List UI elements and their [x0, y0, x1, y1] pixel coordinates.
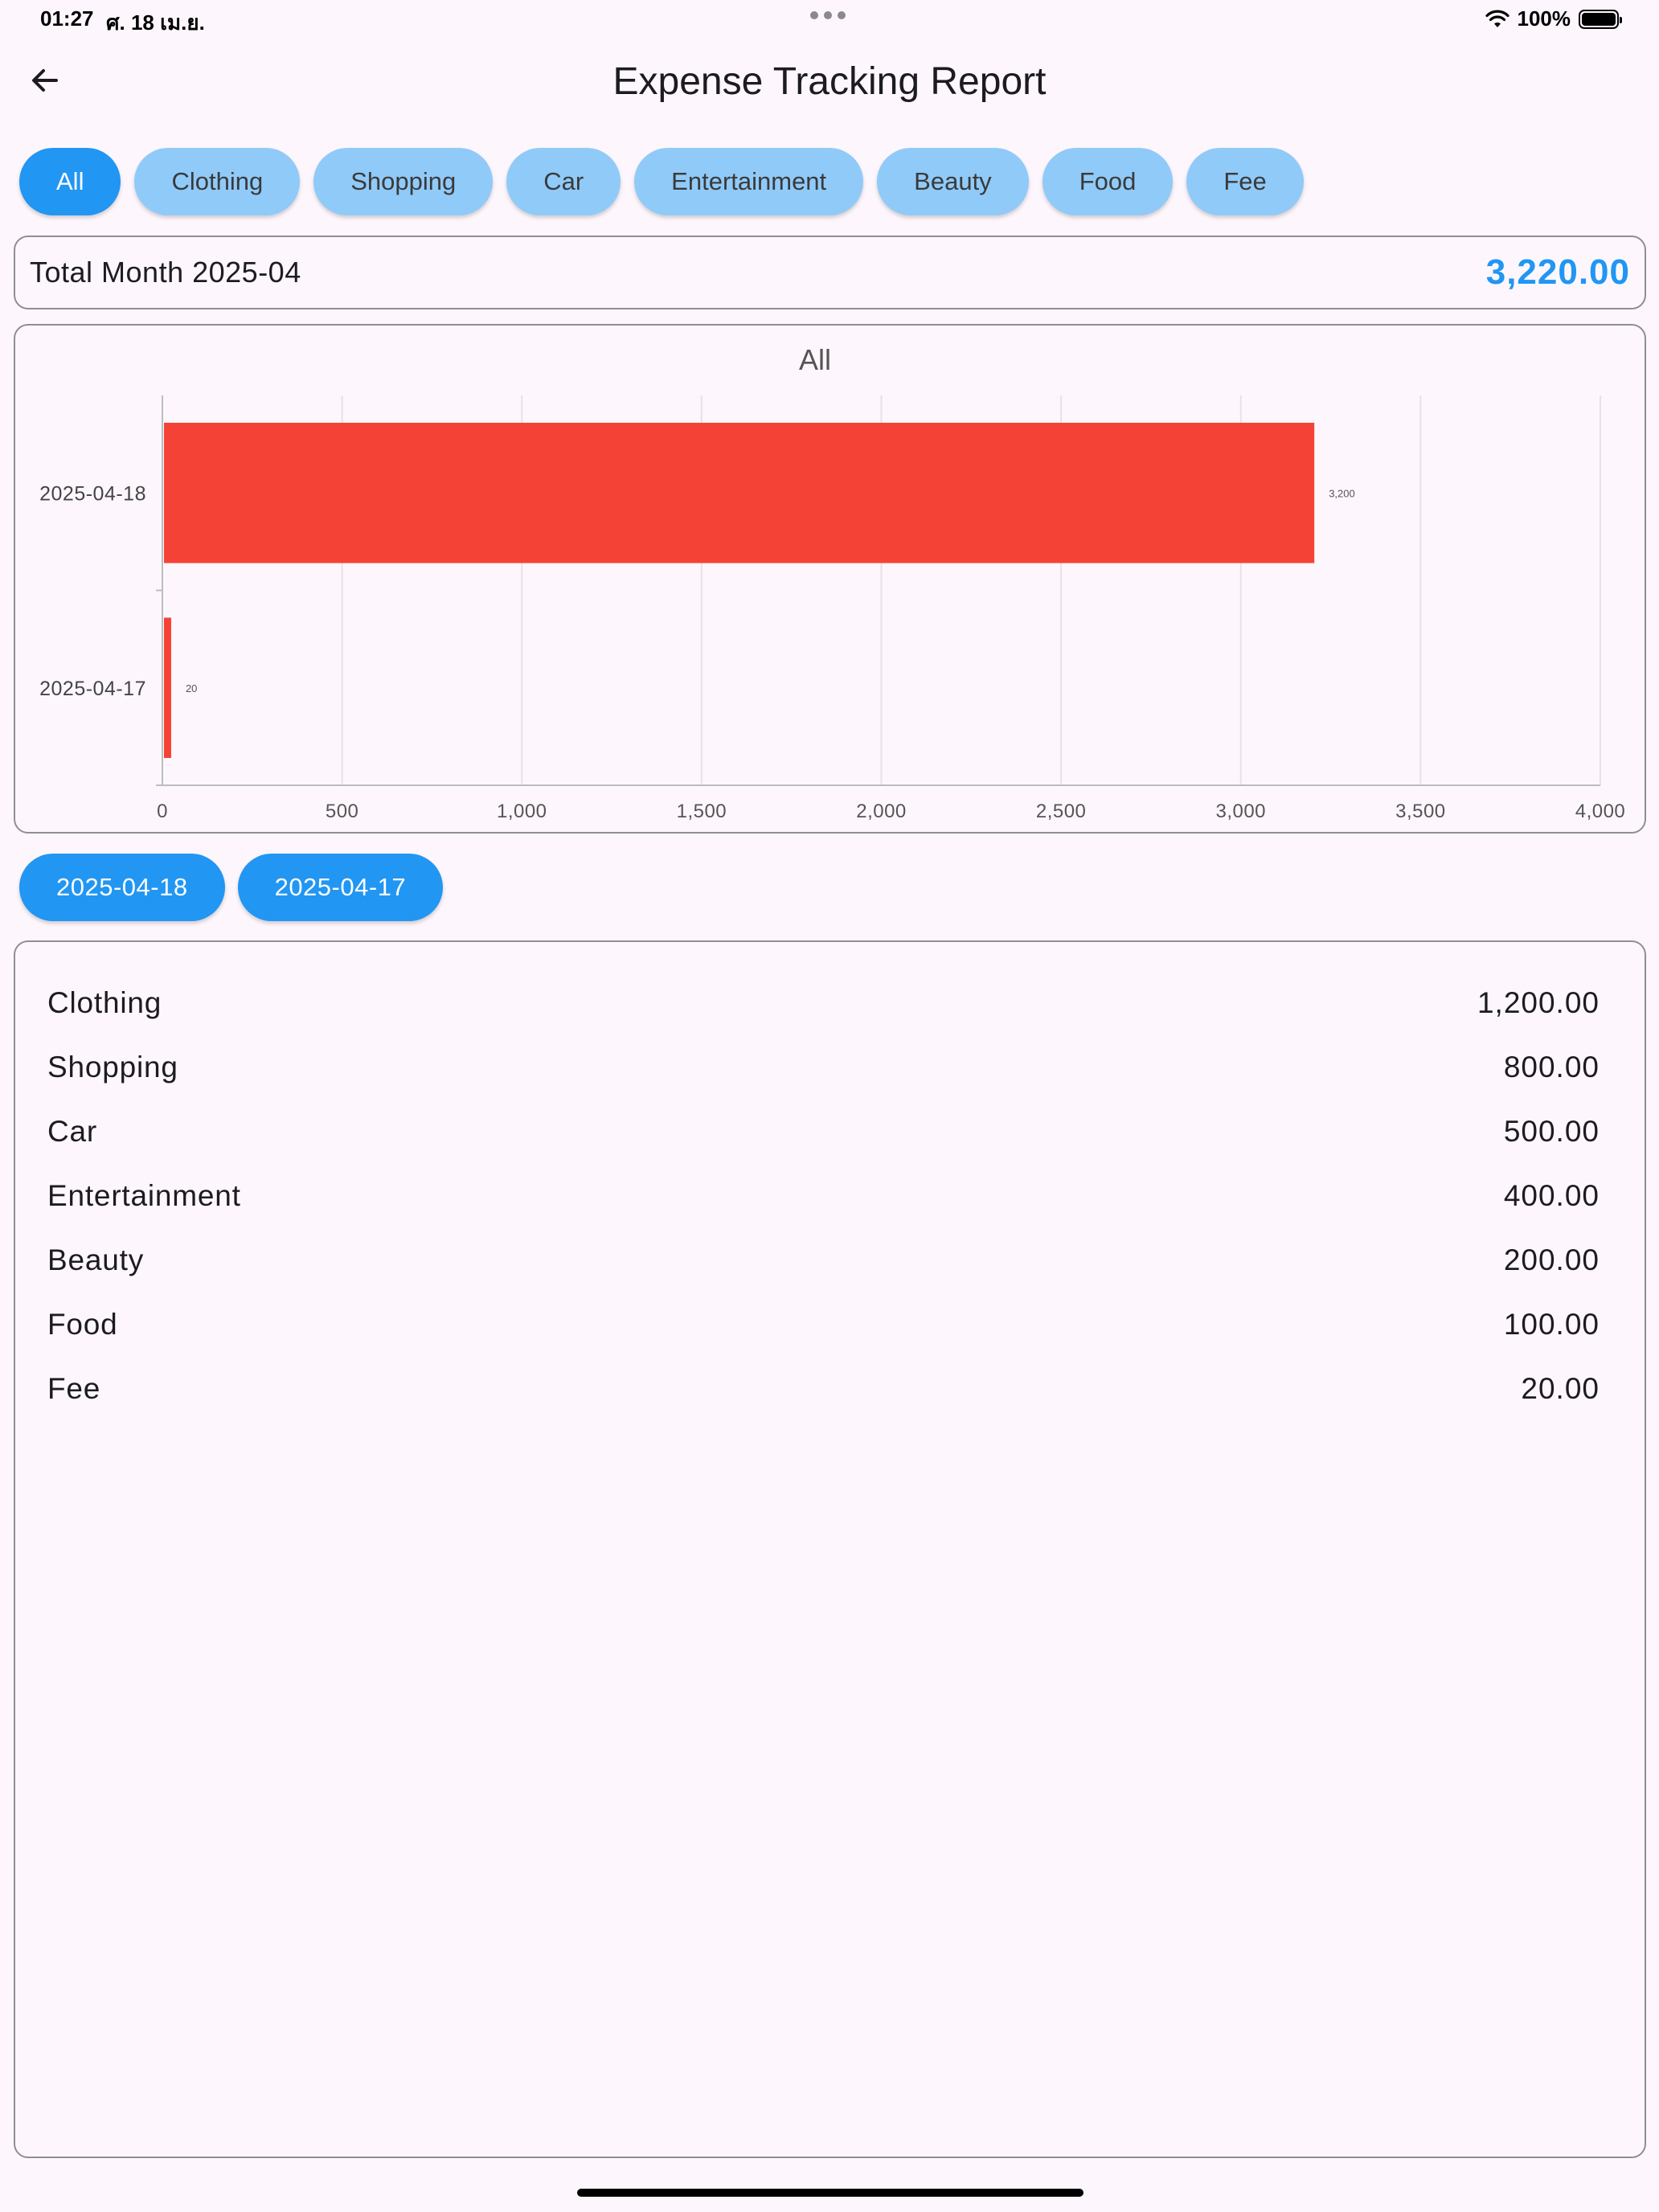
x-tick-label: 4,000 [1575, 801, 1626, 822]
x-tick-label: 500 [326, 801, 359, 822]
category-chip-entertainment[interactable]: Entertainment [634, 148, 864, 215]
breakdown-amount: 100.00 [1503, 1308, 1600, 1341]
category-chip-all[interactable]: All [19, 148, 121, 215]
category-chip-shopping[interactable]: Shopping [313, 148, 494, 215]
status-date: ศ. 18 เม.ย. [106, 10, 205, 35]
breakdown-amount: 20.00 [1521, 1372, 1600, 1405]
breakdown-amount: 800.00 [1503, 1051, 1600, 1083]
y-category-label: 2025-04-17 [39, 678, 146, 700]
breakdown-row-food: Food 100.00 [47, 1292, 1600, 1357]
chart-card: All 0 500 1,000 1,500 2,000 2,500 3,000 3,500 4,0… [14, 324, 1646, 834]
bar [164, 617, 171, 759]
bar-value-label: 20 [186, 682, 197, 694]
x-tick-label: 3,000 [1215, 801, 1266, 822]
multitasking-dots-icon[interactable] [810, 11, 846, 19]
category-chip-beauty[interactable]: Beauty [877, 148, 1029, 215]
breakdown-row-shopping: Shopping 800.00 [47, 1035, 1600, 1100]
breakdown-amount: 1,200.00 [1477, 986, 1600, 1019]
date-chip-2025-04-18[interactable]: 2025-04-18 [19, 854, 225, 921]
x-tick-label: 3,500 [1395, 801, 1446, 822]
category-chip-food[interactable]: Food [1042, 148, 1174, 215]
breakdown-name: Shopping [47, 1051, 178, 1083]
x-tick-label: 2,500 [1036, 801, 1087, 822]
breakdown-name: Fee [47, 1372, 101, 1405]
status-bar: 01:27 ศ. 18 เม.ย. 100% [0, 0, 1659, 40]
page-title: Expense Tracking Report [612, 60, 1047, 103]
breakdown-row-fee: Fee 20.00 [47, 1357, 1600, 1421]
y-category-label: 2025-04-18 [39, 482, 146, 505]
battery-percentage: 100% [1517, 6, 1571, 31]
category-filter-chips: All Clothing Shopping Car Entertainment … [19, 148, 1304, 215]
bar-chart: All 0 500 1,000 1,500 2,000 2,500 3,000 3,500 4,0… [39, 343, 1626, 822]
total-month-value: 3,220.00 [1485, 252, 1630, 292]
status-right: 100% [1485, 6, 1622, 31]
breakdown-name: Clothing [47, 986, 162, 1019]
breakdown-name: Food [47, 1308, 118, 1341]
total-month-label: Total Month 2025-04 [30, 256, 301, 289]
category-breakdown-card: Clothing 1,200.00 Shopping 800.00 Car 50… [14, 940, 1646, 2158]
wifi-icon [1485, 10, 1509, 27]
total-month-card: Total Month 2025-04 3,220.00 [14, 236, 1646, 309]
breakdown-row-car: Car 500.00 [47, 1100, 1600, 1164]
x-tick-label: 1,000 [497, 801, 547, 822]
status-time: 01:27 [40, 6, 94, 31]
chart-title: All [799, 343, 831, 376]
bar-value-label: 3,200 [1329, 487, 1355, 499]
date-chip-2025-04-17[interactable]: 2025-04-17 [237, 854, 444, 921]
breakdown-name: Car [47, 1115, 98, 1148]
breakdown-amount: 200.00 [1503, 1243, 1600, 1276]
category-chip-fee[interactable]: Fee [1186, 148, 1304, 215]
x-tick-label: 1,500 [677, 801, 727, 822]
x-tick-label: 2,000 [856, 801, 907, 822]
breakdown-name: Entertainment [47, 1179, 241, 1212]
category-chip-car[interactable]: Car [506, 148, 621, 215]
home-indicator[interactable] [577, 2189, 1083, 2197]
breakdown-row-entertainment: Entertainment 400.00 [47, 1164, 1600, 1228]
x-tick-label: 0 [157, 801, 168, 822]
breakdown-name: Beauty [47, 1243, 144, 1276]
breakdown-row-clothing: Clothing 1,200.00 [47, 971, 1600, 1035]
bar [164, 422, 1315, 563]
battery-icon [1579, 9, 1622, 29]
breakdown-row-beauty: Beauty 200.00 [47, 1228, 1600, 1292]
category-chip-clothing[interactable]: Clothing [134, 148, 301, 215]
breakdown-amount: 500.00 [1503, 1115, 1600, 1148]
date-filter-chips: 2025-04-18 2025-04-17 [19, 854, 444, 921]
breakdown-amount: 400.00 [1503, 1179, 1600, 1212]
